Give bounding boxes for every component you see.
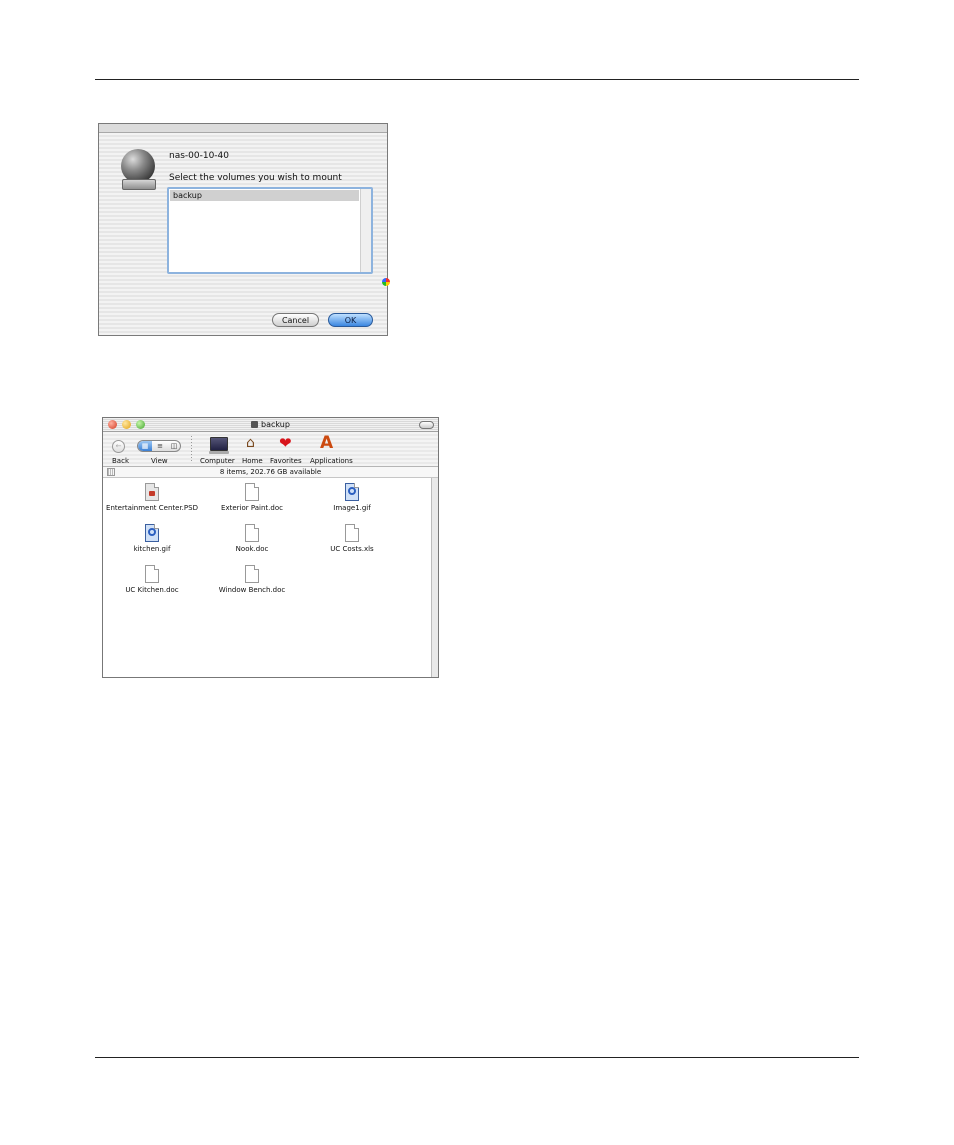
file-area: Entertainment Center.PSD Exterior Paint.… [103, 478, 431, 677]
favorites-heart-icon[interactable]: ❤ [279, 436, 295, 451]
file-name: UC Kitchen.doc [125, 586, 179, 594]
home-label[interactable]: Home [242, 457, 263, 465]
document-icon[interactable] [245, 483, 259, 501]
file-item[interactable]: Nook.doc [204, 524, 300, 554]
view-label: View [151, 457, 168, 465]
view-mode-control[interactable]: ▦ ≡ ◫ [137, 440, 181, 452]
finder-window: backup ← Back ▦ ≡ ◫ View Computer ⌂ Home… [102, 417, 439, 678]
file-item[interactable]: Entertainment Center.PSD [104, 483, 200, 513]
photoshop-file-icon[interactable] [145, 483, 159, 501]
window-title: backup [103, 418, 438, 431]
status-bar: 8 items, 202.76 GB available [103, 467, 438, 478]
file-item[interactable]: Window Bench.doc [204, 565, 300, 595]
document-icon[interactable] [245, 565, 259, 583]
back-label[interactable]: Back [112, 457, 129, 465]
applications-label[interactable]: Applications [310, 457, 353, 465]
drive-base-icon [122, 179, 156, 190]
icon-view-icon[interactable]: ▦ [138, 441, 152, 451]
mount-prompt: Select the volumes you wish to mount [169, 173, 342, 183]
network-server-icon [121, 149, 156, 190]
dialog-title-bar [99, 124, 387, 133]
volume-list-scrollbar[interactable] [360, 189, 371, 272]
file-name: UC Costs.xls [330, 545, 374, 553]
file-item[interactable]: UC Costs.xls [304, 524, 400, 554]
file-name: kitchen.gif [133, 545, 171, 553]
page-footer-rule [95, 1057, 859, 1058]
mount-volumes-dialog: nas-00-10-40 Select the volumes you wish… [98, 123, 390, 336]
document-icon[interactable] [245, 524, 259, 542]
status-text: 8 items, 202.76 GB available [219, 468, 322, 476]
document-icon[interactable] [145, 565, 159, 583]
window-title-bar[interactable]: backup [103, 418, 438, 432]
toolbar-toggle-button[interactable] [419, 421, 434, 429]
server-name: nas-00-10-40 [169, 151, 230, 161]
home-icon[interactable]: ⌂ [246, 436, 260, 451]
column-view-icon[interactable]: ◫ [167, 441, 180, 451]
finder-toolbar: ← Back ▦ ≡ ◫ View Computer ⌂ Home ❤ Favo… [103, 432, 438, 467]
back-arrow-icon[interactable]: ← [112, 440, 125, 453]
favorites-label[interactable]: Favorites [270, 457, 302, 465]
file-item[interactable]: Exterior Paint.doc [204, 483, 300, 513]
color-spinner-icon [382, 278, 390, 286]
list-view-icon[interactable]: ≡ [153, 441, 167, 451]
window-title-text: backup [261, 420, 290, 429]
file-name: Image1.gif [333, 504, 371, 512]
applications-icon[interactable]: A [320, 434, 338, 452]
grid-icon [107, 468, 115, 476]
file-item[interactable]: kitchen.gif [104, 524, 200, 554]
computer-label[interactable]: Computer [200, 457, 235, 465]
cancel-button[interactable]: Cancel [272, 313, 319, 327]
ok-button[interactable]: OK [328, 313, 373, 327]
page-header-rule [95, 79, 859, 80]
computer-icon[interactable] [209, 437, 229, 454]
file-name: Nook.doc [235, 545, 269, 553]
disk-icon [251, 421, 259, 428]
file-item[interactable]: Image1.gif [304, 483, 400, 513]
document-icon[interactable] [345, 524, 359, 542]
volume-item-backup[interactable]: backup [170, 190, 359, 201]
file-item[interactable]: UC Kitchen.doc [104, 565, 200, 595]
volume-list[interactable]: backup [167, 187, 373, 274]
toolbar-separator [191, 436, 192, 462]
image-file-icon[interactable] [345, 483, 359, 501]
file-area-scrollbar[interactable] [431, 478, 438, 677]
file-name: Exterior Paint.doc [221, 504, 283, 512]
file-name: Window Bench.doc [218, 586, 286, 594]
image-file-icon[interactable] [145, 524, 159, 542]
file-name: Entertainment Center.PSD [106, 504, 198, 512]
